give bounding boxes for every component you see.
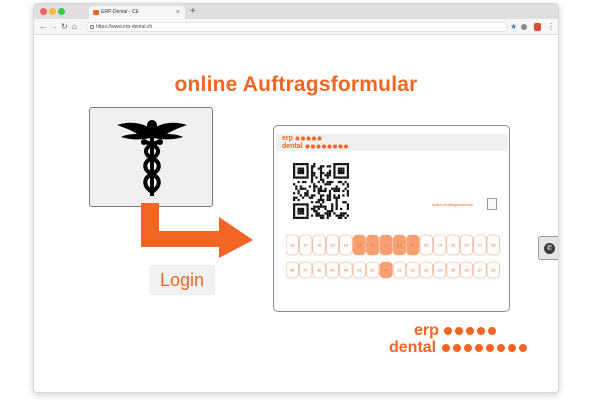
new-tab-button[interactable]: + xyxy=(190,4,196,19)
card-logo-dental: dental xyxy=(282,143,350,151)
address-bar[interactable]: https://www.erp-dental.ch xyxy=(86,22,508,32)
tooth-number-26: 26 xyxy=(464,243,469,248)
tooth-number-44: 44 xyxy=(344,268,349,273)
tooth-number-18: 18 xyxy=(290,243,295,248)
tab-title: ERP-Dental - CE xyxy=(101,9,139,15)
maximize-window-button[interactable] xyxy=(58,8,65,15)
minimize-window-button[interactable] xyxy=(49,8,56,15)
tooth-number-23: 23 xyxy=(424,243,429,248)
favicon-icon xyxy=(93,10,99,15)
forward-button[interactable]: → xyxy=(50,21,58,33)
tooth-number-43: 43 xyxy=(357,268,362,273)
tooth-number-33: 33 xyxy=(424,268,429,273)
tooth-chart: 18 17 16 15 14 13 12 11 21 22 23 24 25 26 27 2848 47 46 45… xyxy=(286,234,500,279)
phone-icon: ✆ xyxy=(544,243,555,254)
tab-close-icon[interactable]: × xyxy=(176,6,180,19)
clipboard-icon xyxy=(487,198,497,210)
tooth-number-27: 27 xyxy=(478,243,483,248)
brand-logo-dental: dental xyxy=(389,340,531,356)
tooth-number-12: 12 xyxy=(370,243,375,248)
tooth-number-13: 13 xyxy=(357,243,362,248)
card-header: erp dental xyxy=(276,134,508,151)
tooth-number-15: 15 xyxy=(330,243,335,248)
page-content: online Auftragsformular Login erp dental… xyxy=(34,35,558,392)
profile-icon[interactable] xyxy=(534,23,541,31)
page-title: online Auftragsformular xyxy=(174,73,418,96)
lock-icon xyxy=(90,25,94,29)
tooth-number-42: 42 xyxy=(370,268,375,273)
arrow-icon xyxy=(141,203,253,258)
card-form-link[interactable]: online Auftragsformular xyxy=(432,202,473,207)
home-button[interactable]: ⌂ xyxy=(72,21,77,33)
qr-code xyxy=(293,163,349,219)
tooth-number-36: 36 xyxy=(464,268,469,273)
tooth-number-38: 38 xyxy=(491,268,496,273)
tooth-number-24: 24 xyxy=(437,243,442,248)
tooth-number-17: 17 xyxy=(303,243,308,248)
card-logo-erp: erp xyxy=(282,135,323,143)
tab-bar: ERP-Dental - CE × + xyxy=(34,4,558,19)
tooth-number-32: 32 xyxy=(411,268,416,273)
tooth-number-46: 46 xyxy=(317,268,322,273)
tooth-number-31: 31 xyxy=(397,268,402,273)
browser-toolbar: ← → ↻ ⌂ https://www.erp-dental.ch ★ ⋮ xyxy=(34,19,558,35)
order-form-preview: erp dental online Auftragsformular 18 17 1… xyxy=(273,125,510,312)
tooth-number-45: 45 xyxy=(330,268,335,273)
extension-icon[interactable] xyxy=(521,24,527,30)
tooth-number-28: 28 xyxy=(491,243,496,248)
caduceus-icon xyxy=(117,120,187,196)
back-button[interactable]: ← xyxy=(39,21,47,33)
browser-window: ERP-Dental - CE × + ← → ↻ ⌂ https://www.… xyxy=(33,3,559,393)
tooth-number-37: 37 xyxy=(478,268,483,273)
tooth-number-47: 47 xyxy=(303,268,308,273)
tooth-number-22: 22 xyxy=(411,243,416,248)
tooth-number-16: 16 xyxy=(317,243,322,248)
bookmark-star-icon[interactable]: ★ xyxy=(510,21,517,33)
login-button[interactable]: Login xyxy=(149,265,215,295)
close-window-button[interactable] xyxy=(40,8,47,15)
tooth-number-41: 41 xyxy=(384,268,389,273)
url-text: https://www.erp-dental.ch xyxy=(96,24,153,30)
brand-logo-erp: erp xyxy=(414,323,499,339)
browser-tab[interactable]: ERP-Dental - CE × xyxy=(89,6,185,19)
medical-logo-box xyxy=(89,107,213,207)
reload-button[interactable]: ↻ xyxy=(61,21,68,33)
browser-menu-icon[interactable]: ⋮ xyxy=(547,20,555,34)
tooth-number-34: 34 xyxy=(437,268,442,273)
tooth-number-35: 35 xyxy=(451,268,456,273)
tooth-number-25: 25 xyxy=(451,243,456,248)
contact-phone-button[interactable]: ✆ xyxy=(538,236,558,260)
tooth-number-48: 48 xyxy=(290,268,295,273)
tooth-number-21: 21 xyxy=(397,243,402,248)
tooth-number-14: 14 xyxy=(344,243,349,248)
